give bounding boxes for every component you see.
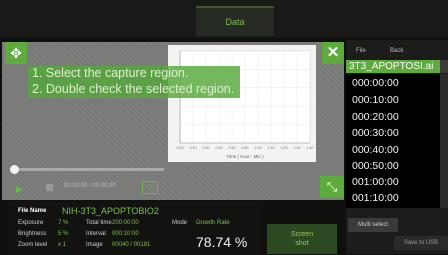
- resize-diagonal-icon[interactable]: ⤡: [320, 176, 344, 198]
- x-tick-label: 1:20: [281, 146, 288, 150]
- instruction-step-1: 1. Select the capture region.: [32, 66, 189, 80]
- x-tick-label: 1:10: [268, 146, 275, 150]
- selected-file-name[interactable]: 3T3_APOPTOSI.ai: [346, 60, 440, 73]
- brightness-value: 5 %: [58, 231, 69, 237]
- x-tick-label: 0:10: [190, 146, 197, 150]
- zoom-label: Zoom level: [18, 242, 48, 248]
- multi-select-button[interactable]: Multi select: [348, 218, 398, 232]
- capture-instructions: 1. Select the capture region. 2. Double …: [28, 66, 240, 98]
- file-name-label: File Name: [18, 208, 47, 214]
- interval-value: 000:10:00: [112, 231, 139, 237]
- screenshot-label-line-2: shot: [295, 240, 309, 247]
- list-item[interactable]: 000:30:00: [352, 127, 399, 139]
- interval-label: Interval: [86, 231, 106, 237]
- playback-progress-track[interactable]: [12, 168, 164, 171]
- x-tick-label: 0:30: [216, 146, 223, 150]
- filename-bar-scroll[interactable]: [440, 60, 448, 73]
- x-tick-label: 1:40: [307, 146, 314, 150]
- close-x-icon[interactable]: ✕: [322, 42, 344, 64]
- tab-file[interactable]: File: [356, 48, 366, 54]
- total-time-label: Total time: [86, 220, 112, 226]
- list-item[interactable]: 001:10:00: [352, 192, 399, 204]
- image-value: 00040 / 00181: [112, 242, 151, 248]
- x-tick-label: 1:00: [255, 146, 262, 150]
- save-to-usb-button[interactable]: Save to USB: [394, 236, 448, 250]
- play-icon[interactable]: ▶: [16, 184, 23, 195]
- list-item[interactable]: 000:20:00: [352, 111, 399, 123]
- mini-chart-panel: 0:00 0:10 0:20 0:30 0:40 0:50 1:00 1:10 1:20 1:30…: [168, 45, 316, 162]
- list-item[interactable]: 001:00:00: [352, 176, 399, 188]
- x-tick-label: 0:40: [229, 146, 236, 150]
- list-item[interactable]: 000:10:00: [352, 94, 399, 106]
- screenshot-button[interactable]: Screen shot: [267, 224, 337, 254]
- x-axis-label: Time ( Hour : Min ): [226, 154, 264, 159]
- list-item[interactable]: 000:40:00: [352, 144, 399, 156]
- x-tick-label: 0:50: [242, 146, 249, 150]
- file-name-value: NIH-3T3_APOPTOBIO2: [62, 206, 159, 216]
- total-time-value: 200:00:00: [112, 220, 139, 226]
- x-tick-label: 0:20: [203, 146, 210, 150]
- move-arrows-icon[interactable]: ✥: [5, 42, 27, 64]
- tab-back[interactable]: Back: [390, 48, 403, 54]
- list-scrollbar[interactable]: [440, 74, 448, 208]
- top-bar: Data: [0, 0, 448, 38]
- playback-progress-knob[interactable]: [10, 165, 19, 174]
- tab-data[interactable]: Data: [196, 6, 274, 36]
- screenshot-label-line-1: Screen: [290, 231, 314, 238]
- playback-time-readout: 00:00:00 / 00:00:00: [64, 183, 116, 189]
- mode-value: Growth Rate: [196, 220, 230, 226]
- instruction-step-2: 2. Double check the selected region.: [32, 82, 235, 96]
- x-tick-label: 1:30: [294, 146, 301, 150]
- x-tick-labels: 0:00 0:10 0:20 0:30 0:40 0:50 1:00 1:10 1:20 1:30…: [177, 146, 314, 150]
- list-item[interactable]: 000:50:00: [352, 160, 399, 172]
- image-label: Image: [86, 242, 103, 248]
- x-tick-label: 0:00: [177, 146, 184, 150]
- exposure-label: Exposure: [18, 220, 44, 226]
- snapshot-icon[interactable]: ▢: [142, 181, 158, 194]
- time-point-list[interactable]: 000:00:00 000:10:00 000:20:00 000:30:00 …: [346, 74, 440, 208]
- mode-label: Mode: [172, 220, 188, 226]
- zoom-value: x 1: [58, 242, 67, 248]
- exposure-value: 7 %: [58, 220, 69, 226]
- growth-percent-value: 78.74 %: [196, 234, 248, 250]
- brightness-label: Brightness: [18, 231, 47, 237]
- mini-chart: 0:00 0:10 0:20 0:30 0:40 0:50 1:00 1:10 1:20 1:30…: [177, 50, 314, 159]
- stop-icon[interactable]: [46, 184, 53, 191]
- list-item[interactable]: 000:00:00: [352, 77, 399, 89]
